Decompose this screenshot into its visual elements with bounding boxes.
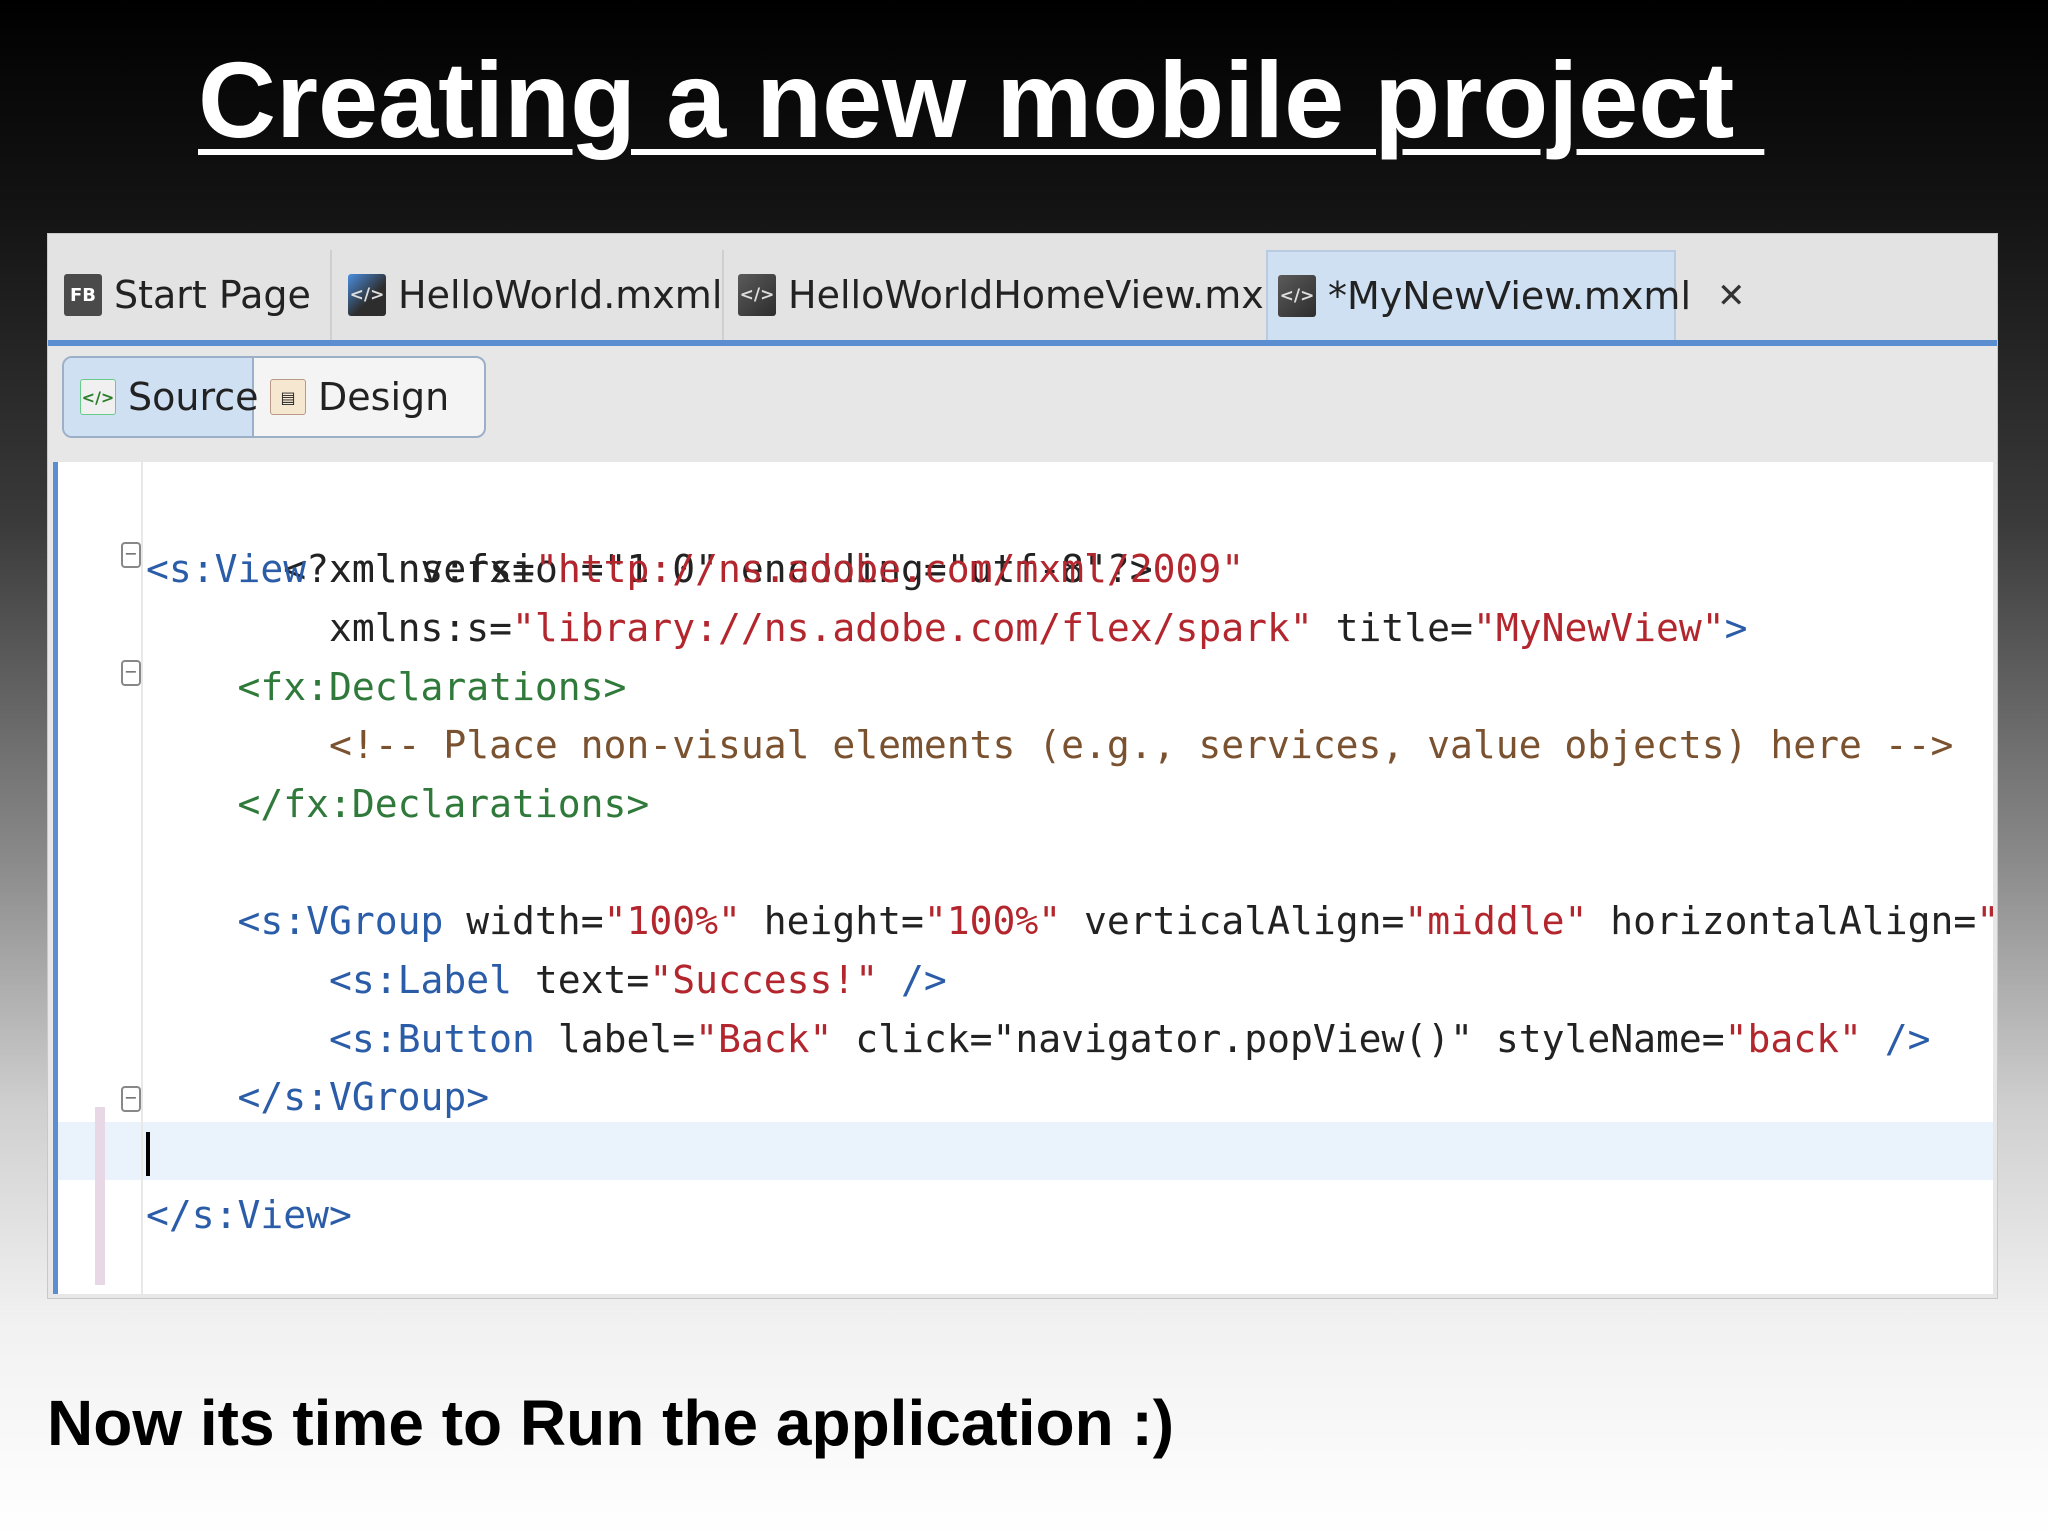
code-string: "middle" bbox=[1404, 899, 1588, 943]
code-tag: <s:Button bbox=[146, 1017, 535, 1061]
tab-helloworldhomeview-mxml[interactable]: </> HelloWorldHomeView.mxml bbox=[728, 250, 1311, 340]
code-line-8: <s:VGroup width="100%" height="100%" ver… bbox=[146, 892, 1994, 950]
code-string: "Success!" bbox=[649, 958, 879, 1002]
code-line-1: <?xml version="1.0" encoding="utf-8"?> bbox=[146, 482, 1152, 591]
tab-label: Start Page bbox=[114, 273, 311, 317]
code-attr: text= bbox=[512, 958, 650, 1002]
tab-label: HelloWorld.mxml bbox=[398, 273, 723, 317]
code-attr: width= bbox=[443, 899, 604, 943]
tab-label: *MyNewView.mxml bbox=[1328, 274, 1692, 318]
fold-collapse-icon[interactable]: − bbox=[121, 660, 141, 686]
source-design-toggle: </> Source ▤ Design bbox=[62, 356, 486, 438]
code-string: "100%" bbox=[923, 899, 1062, 943]
code-comment: <!-- Place non-visual elements (e.g., se… bbox=[146, 723, 1954, 767]
code-attr: verticalAlign= bbox=[1061, 899, 1405, 943]
mxml-file-icon: </> bbox=[348, 274, 386, 316]
code-line-3: xmlns:s="library://ns.adobe.com/flex/spa… bbox=[146, 599, 1748, 657]
code-attr: horizontalAlign= bbox=[1587, 899, 1977, 943]
code-string: "navigator.popView()" bbox=[992, 1017, 1473, 1061]
code-tag: </fx:Declarations> bbox=[146, 782, 650, 826]
tab-label: HelloWorldHomeView.mxml bbox=[788, 273, 1312, 317]
code-line-13: </s:View> bbox=[146, 1186, 352, 1244]
code-line-6: </fx:Declarations> bbox=[146, 775, 650, 833]
code-tag: <s:VGroup bbox=[146, 899, 444, 943]
code-string: "back" bbox=[1724, 1017, 1862, 1061]
code-attr: height= bbox=[740, 899, 924, 943]
code-attr: label= bbox=[534, 1017, 696, 1061]
code-tag: > bbox=[1724, 606, 1748, 650]
design-view-icon: ▤ bbox=[270, 379, 306, 415]
code-tag: </s:VGroup> bbox=[146, 1075, 490, 1119]
code-attr: title= bbox=[1312, 606, 1473, 650]
code-line-4: <fx:Declarations> bbox=[146, 658, 627, 716]
current-line-highlight bbox=[58, 1122, 1993, 1180]
slide-footer-text: Now its time to Run the application :) bbox=[47, 1387, 1175, 1459]
code-line-2: <s:View xmlns:fx="http://ns.adobe.com/mx… bbox=[146, 540, 1244, 598]
code-string: "Back" bbox=[695, 1017, 833, 1061]
design-label: Design bbox=[318, 375, 450, 419]
code-string: "http://ns.adobe.com/mxml/2009" bbox=[534, 547, 1245, 591]
fold-collapse-icon[interactable]: − bbox=[121, 542, 141, 568]
source-button[interactable]: </> Source bbox=[64, 358, 259, 436]
code-tag: </s:View> bbox=[146, 1193, 352, 1237]
tab-start-page[interactable]: FB Start Page bbox=[54, 250, 332, 340]
code-line-5: <!-- Place non-visual elements (e.g., se… bbox=[146, 716, 1953, 774]
code-attr: styleName= bbox=[1472, 1017, 1725, 1061]
flash-builder-icon: FB bbox=[64, 274, 102, 316]
code-line-9: <s:Label text="Success!" /> bbox=[146, 951, 947, 1009]
code-string: "center" bbox=[1976, 899, 1993, 943]
tab-helloworld-mxml[interactable]: </> HelloWorld.mxml bbox=[338, 250, 724, 340]
slide-title: Creating a new mobile project bbox=[198, 39, 1765, 160]
code-line-11: </s:VGroup> bbox=[146, 1068, 490, 1126]
code-string: "MyNewView" bbox=[1472, 606, 1725, 650]
code-attr: xmlns:fx= bbox=[306, 547, 535, 591]
design-button[interactable]: ▤ Design bbox=[254, 358, 484, 436]
ide-editor-window: FB Start Page </> HelloWorld.mxml </> He… bbox=[47, 233, 1998, 1299]
change-marker bbox=[95, 1107, 105, 1285]
code-line-12 bbox=[146, 1122, 150, 1180]
code-string: "library://ns.adobe.com/flex/spark" bbox=[512, 606, 1313, 650]
code-editor[interactable]: − − − <?xml version="1.0" encoding="utf-… bbox=[53, 462, 1993, 1294]
tab-mynewview-mxml[interactable]: </> *MyNewView.mxml ✕ bbox=[1266, 250, 1746, 340]
code-attr: click= bbox=[832, 1017, 993, 1061]
mxml-file-icon: </> bbox=[1278, 275, 1316, 317]
code-tag: /> bbox=[878, 958, 947, 1002]
source-label: Source bbox=[128, 375, 259, 419]
code-tag: <s:View bbox=[146, 547, 307, 591]
mxml-file-icon: </> bbox=[738, 274, 776, 316]
code-tag: <fx:Declarations> bbox=[146, 665, 627, 709]
source-code-icon: </> bbox=[80, 379, 116, 415]
editor-tab-bar: FB Start Page </> HelloWorld.mxml </> He… bbox=[48, 234, 1997, 346]
code-tag: /> bbox=[1861, 1017, 1931, 1061]
code-string: "100%" bbox=[603, 899, 741, 943]
editor-gutter-divider bbox=[141, 462, 143, 1294]
text-cursor bbox=[146, 1131, 150, 1176]
fold-collapse-icon[interactable]: − bbox=[121, 1086, 141, 1112]
close-icon[interactable]: ✕ bbox=[1717, 279, 1746, 313]
code-tag: <s:Label bbox=[146, 958, 513, 1002]
code-attr: xmlns:s= bbox=[146, 606, 513, 650]
code-line-10: <s:Button label="Back" click="navigator.… bbox=[146, 1010, 1931, 1068]
